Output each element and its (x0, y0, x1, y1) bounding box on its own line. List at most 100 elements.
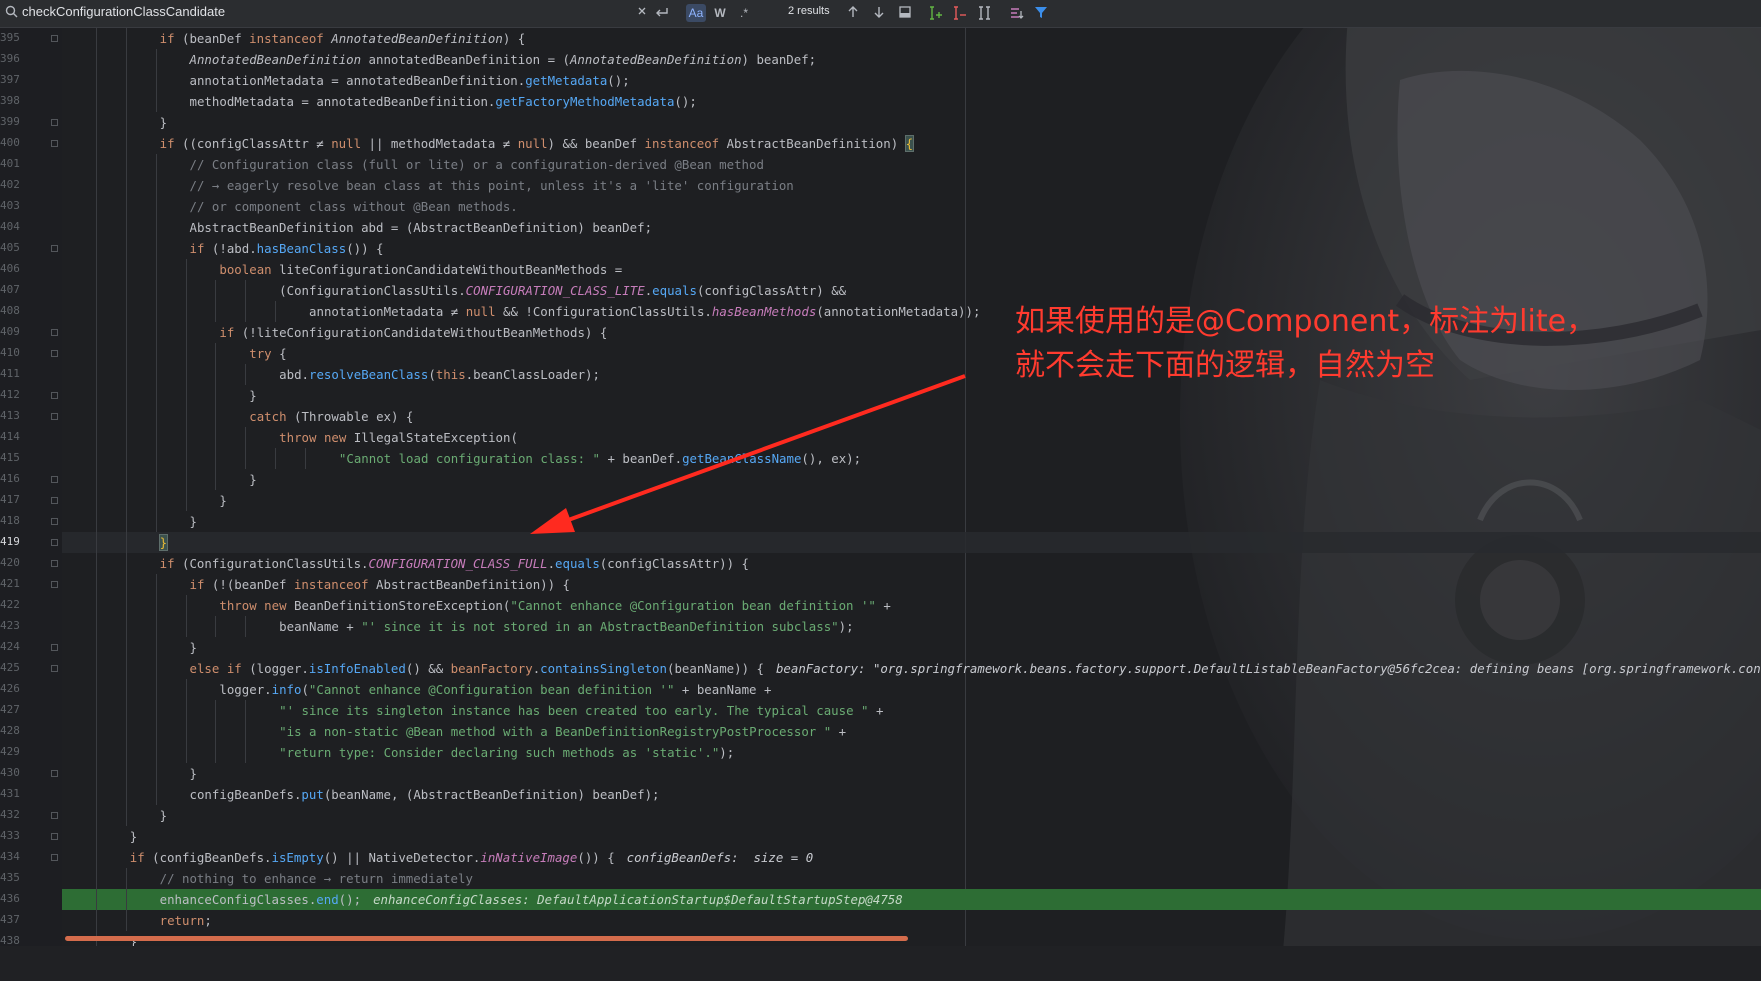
line-number[interactable]: 426 (0, 682, 20, 695)
code-line[interactable]: beanName + "' since it is not stored in … (62, 616, 1761, 637)
execution-point-line[interactable]: enhanceConfigClasses.end(); enhanceConfig… (62, 889, 1761, 910)
line-number[interactable]: 415 (0, 451, 20, 464)
history-icon[interactable] (654, 4, 670, 22)
fold-marker-icon[interactable] (51, 119, 58, 126)
fold-marker-icon[interactable] (51, 497, 58, 504)
horizontal-scrollbar[interactable] (65, 936, 908, 941)
fold-marker-icon[interactable] (51, 560, 58, 567)
code-line[interactable]: } (62, 511, 1761, 532)
line-number[interactable]: 423 (0, 619, 20, 632)
code-line[interactable]: logger.info("Cannot enhance @Configurati… (62, 679, 1761, 700)
select-all-occurrences-icon[interactable] (977, 4, 993, 22)
line-number[interactable]: 395 (0, 31, 20, 44)
fold-marker-icon[interactable] (51, 392, 58, 399)
code-line[interactable]: configBeanDefs.put(beanName, (AbstractBe… (62, 784, 1761, 805)
code-line[interactable]: throw new BeanDefinitionStoreException("… (62, 595, 1761, 616)
code-line[interactable]: "' since its singleton instance has been… (62, 700, 1761, 721)
code-line[interactable]: AnnotatedBeanDefinition annotatedBeanDef… (62, 49, 1761, 70)
line-number[interactable]: 409 (0, 325, 20, 338)
line-number[interactable]: 412 (0, 388, 20, 401)
fold-marker-icon[interactable] (51, 539, 58, 546)
line-number[interactable]: 405 (0, 241, 20, 254)
filter-options-icon[interactable] (1009, 4, 1025, 22)
fold-marker-icon[interactable] (51, 833, 58, 840)
code-line[interactable]: // Configuration class (full or lite) or… (62, 154, 1761, 175)
code-line[interactable]: if (configBeanDefs.isEmpty() || NativeDe… (62, 847, 1761, 868)
line-number[interactable]: 400 (0, 136, 20, 149)
line-number[interactable]: 427 (0, 703, 20, 716)
fold-marker-icon[interactable] (51, 644, 58, 651)
line-number[interactable]: 422 (0, 598, 20, 611)
add-occurrence-icon[interactable] (929, 4, 945, 22)
line-number[interactable]: 430 (0, 766, 20, 779)
line-number[interactable]: 404 (0, 220, 20, 233)
line-number[interactable]: 435 (0, 871, 20, 884)
line-number[interactable]: 397 (0, 73, 20, 86)
code-line[interactable]: return; (62, 910, 1761, 931)
fold-marker-icon[interactable] (51, 770, 58, 777)
line-number[interactable]: 429 (0, 745, 20, 758)
fold-marker-icon[interactable] (51, 476, 58, 483)
code-line[interactable]: // nothing to enhance → return immediate… (62, 868, 1761, 889)
line-number[interactable]: 431 (0, 787, 20, 800)
code-line[interactable]: } (62, 385, 1761, 406)
code-line[interactable]: boolean liteConfigurationCandidateWithou… (62, 259, 1761, 280)
line-number[interactable]: 418 (0, 514, 20, 527)
words-icon[interactable]: W (712, 4, 728, 22)
regex-icon[interactable]: .* (736, 4, 752, 22)
line-number[interactable]: 406 (0, 262, 20, 275)
match-case-icon[interactable]: Aa (686, 4, 706, 22)
line-number[interactable]: 432 (0, 808, 20, 821)
code-line[interactable]: AbstractBeanDefinition abd = (AbstractBe… (62, 217, 1761, 238)
code-line[interactable]: if (!abd.hasBeanClass()) { (62, 238, 1761, 259)
fold-marker-icon[interactable] (51, 581, 58, 588)
line-number[interactable]: 436 (0, 892, 20, 905)
line-number[interactable]: 411 (0, 367, 20, 380)
line-number[interactable]: 437 (0, 913, 20, 926)
search-icon[interactable] (4, 4, 22, 22)
line-number[interactable]: 407 (0, 283, 20, 296)
fold-marker-icon[interactable] (51, 245, 58, 252)
line-number[interactable]: 419 (0, 535, 20, 548)
remove-occurrence-icon[interactable] (953, 4, 969, 22)
fold-marker-icon[interactable] (51, 329, 58, 336)
line-number[interactable]: 396 (0, 52, 20, 65)
code-line[interactable]: } (62, 490, 1761, 511)
code-line[interactable]: } (62, 805, 1761, 826)
code-line[interactable]: } (62, 469, 1761, 490)
code-area[interactable]: if (beanDef instanceof AnnotatedBeanDefi… (62, 28, 1761, 952)
code-line[interactable]: } (62, 763, 1761, 784)
code-editor[interactable]: checkConfigurationClassCandidate Aa W .*… (0, 0, 1761, 981)
code-line[interactable]: if (!(beanDef instanceof AbstractBeanDef… (62, 574, 1761, 595)
line-number[interactable]: 421 (0, 577, 20, 590)
fold-marker-icon[interactable] (51, 812, 58, 819)
code-line[interactable]: } (62, 532, 1761, 553)
fold-marker-icon[interactable] (51, 140, 58, 147)
line-number[interactable]: 428 (0, 724, 20, 737)
code-line[interactable]: catch (Throwable ex) { (62, 406, 1761, 427)
fold-marker-icon[interactable] (51, 413, 58, 420)
code-line[interactable]: "return type: Consider declaring such me… (62, 742, 1761, 763)
code-line[interactable]: methodMetadata = annotatedBeanDefinition… (62, 91, 1761, 112)
code-line[interactable]: else if (logger.isInfoEnabled() && beanF… (62, 658, 1761, 679)
line-number[interactable]: 410 (0, 346, 20, 359)
fold-marker-icon[interactable] (51, 35, 58, 42)
funnel-icon[interactable] (1033, 4, 1049, 22)
fold-marker-icon[interactable] (51, 350, 58, 357)
line-number[interactable]: 434 (0, 850, 20, 863)
code-line[interactable]: if (beanDef instanceof AnnotatedBeanDefi… (62, 28, 1761, 49)
code-line[interactable]: } (62, 826, 1761, 847)
fold-marker-icon[interactable] (51, 518, 58, 525)
line-number[interactable]: 417 (0, 493, 20, 506)
prev-occurrence-icon[interactable] (845, 4, 861, 22)
line-number-gutter[interactable]: 395 396 397 398 399 400 401 402 403 404 405 406 407 4… (0, 28, 62, 948)
search-input[interactable]: checkConfigurationClassCandidate (22, 4, 225, 19)
code-line[interactable]: "is a non-static @Bean method with a Bea… (62, 721, 1761, 742)
line-number[interactable]: 399 (0, 115, 20, 128)
code-line[interactable]: if (ConfigurationClassUtils.CONFIGURATIO… (62, 553, 1761, 574)
line-number[interactable]: 402 (0, 178, 20, 191)
line-number[interactable]: 413 (0, 409, 20, 422)
line-number[interactable]: 420 (0, 556, 20, 569)
code-line[interactable]: } (62, 637, 1761, 658)
line-number[interactable]: 433 (0, 829, 20, 842)
